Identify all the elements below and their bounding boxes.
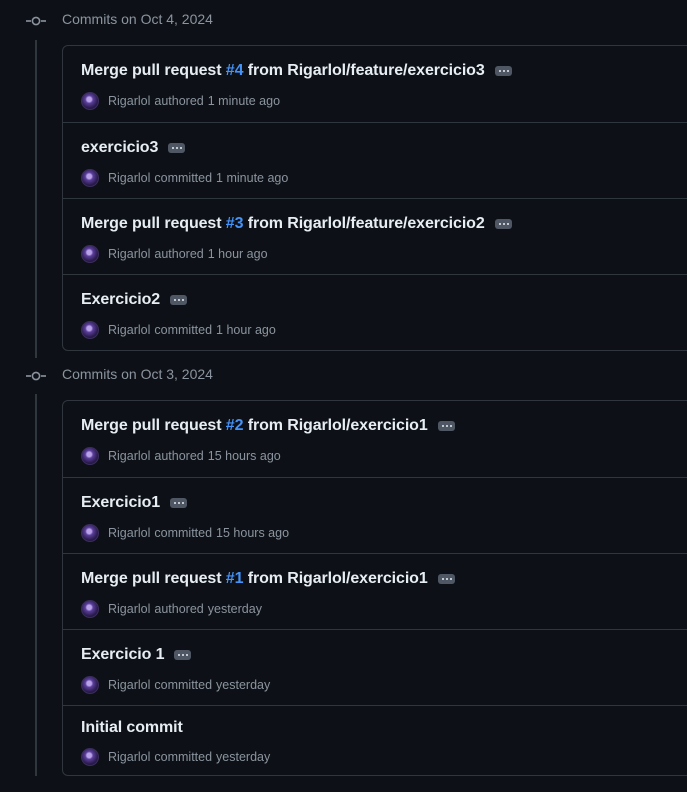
user-avatar[interactable] <box>81 447 99 465</box>
kebab-horizontal-icon[interactable] <box>168 143 186 153</box>
commit-row: Exercicio 1 Rigarlol committed yesterday <box>63 629 687 705</box>
author-link[interactable]: Rigarlol <box>108 94 150 108</box>
user-avatar[interactable] <box>81 600 99 618</box>
kebab-horizontal-icon[interactable] <box>170 498 188 508</box>
user-avatar[interactable] <box>81 524 99 542</box>
commit-time: yesterday <box>216 750 271 764</box>
pull-request-link[interactable]: #3 <box>226 215 244 232</box>
commit-row: exercicio3 Rigarlol committed 1 minute a… <box>63 122 687 198</box>
commit-action: authored <box>154 449 204 463</box>
timeline-line <box>35 394 37 776</box>
commit-group-title: Commits on Oct 4, 2024 <box>62 11 213 27</box>
commit-message-link[interactable]: Exercicio2 <box>81 291 160 309</box>
commit-message-link[interactable]: Merge pull request #1 from Rigarlol/exer… <box>81 570 428 588</box>
commit-group-header: Commits on Oct 3, 2024 <box>0 364 300 388</box>
kebab-horizontal-icon[interactable] <box>494 66 512 76</box>
commit-message-link[interactable]: Initial commit <box>81 719 183 737</box>
commit-row: Exercicio2 Rigarlol committed 1 hour ago <box>63 274 687 350</box>
pull-request-link[interactable]: #4 <box>226 62 244 79</box>
commit-action: committed <box>154 750 213 764</box>
commit-message-link[interactable]: Merge pull request #4 from Rigarlol/feat… <box>81 62 485 80</box>
kebab-horizontal-icon[interactable] <box>174 650 192 660</box>
commit-message-link[interactable]: Merge pull request #2 from Rigarlol/exer… <box>81 417 428 435</box>
author-link[interactable]: Rigarlol <box>108 750 150 764</box>
commit-history: Commits on Oct 4, 2024 Merge pull reques… <box>0 0 687 792</box>
commit-row: Merge pull request #1 from Rigarlol/exer… <box>63 553 687 629</box>
user-avatar[interactable] <box>81 676 99 694</box>
pull-request-link[interactable]: #1 <box>226 570 244 587</box>
commit-time: 15 hours ago <box>207 449 281 463</box>
commit-message-link[interactable]: Exercicio 1 <box>81 646 165 664</box>
commit-action: authored <box>154 602 204 616</box>
timeline-line <box>35 40 37 358</box>
pull-request-link[interactable]: #2 <box>226 417 244 434</box>
commit-row: Exercicio1 Rigarlol committed 15 hours a… <box>63 477 687 553</box>
author-link[interactable]: Rigarlol <box>108 526 150 540</box>
git-commit-icon <box>26 371 46 381</box>
commit-time: 1 hour ago <box>216 323 276 337</box>
commit-row: Merge pull request #2 from Rigarlol/exer… <box>63 401 687 477</box>
author-link[interactable]: Rigarlol <box>108 602 150 616</box>
commit-row: Initial commit Rigarlol committed yester… <box>63 705 687 775</box>
commit-action: committed <box>154 323 213 337</box>
commit-row: Merge pull request #3 from Rigarlol/feat… <box>63 198 687 274</box>
commit-message-link[interactable]: Exercicio1 <box>81 494 160 512</box>
commit-time: yesterday <box>207 602 262 616</box>
user-avatar[interactable] <box>81 321 99 339</box>
user-avatar[interactable] <box>81 92 99 110</box>
user-avatar[interactable] <box>81 169 99 187</box>
git-commit-icon <box>26 16 46 26</box>
user-avatar[interactable] <box>81 245 99 263</box>
commit-list: Merge pull request #4 from Rigarlol/feat… <box>62 45 687 351</box>
commit-action: authored <box>154 94 204 108</box>
author-link[interactable]: Rigarlol <box>108 678 150 692</box>
kebab-horizontal-icon[interactable] <box>494 219 512 229</box>
commit-group-header: Commits on Oct 4, 2024 <box>0 9 300 33</box>
commit-group-title: Commits on Oct 3, 2024 <box>62 366 213 382</box>
commit-action: authored <box>154 247 204 261</box>
author-link[interactable]: Rigarlol <box>108 323 150 337</box>
commit-time: 1 minute ago <box>216 171 289 185</box>
commit-time: 1 hour ago <box>207 247 268 261</box>
commit-message-link[interactable]: exercicio3 <box>81 139 158 157</box>
commit-row: Merge pull request #4 from Rigarlol/feat… <box>63 46 687 122</box>
commit-action: committed <box>154 678 213 692</box>
commit-message-link[interactable]: Merge pull request #3 from Rigarlol/feat… <box>81 215 485 233</box>
commit-time: yesterday <box>216 678 271 692</box>
kebab-horizontal-icon[interactable] <box>437 574 455 584</box>
author-link[interactable]: Rigarlol <box>108 449 150 463</box>
commit-action: committed <box>154 526 213 540</box>
kebab-horizontal-icon[interactable] <box>437 421 455 431</box>
commit-time: 1 minute ago <box>207 94 281 108</box>
commit-action: committed <box>154 171 213 185</box>
author-link[interactable]: Rigarlol <box>108 171 150 185</box>
commit-list: Merge pull request #2 from Rigarlol/exer… <box>62 400 687 776</box>
commit-time: 15 hours ago <box>216 526 290 540</box>
kebab-horizontal-icon[interactable] <box>170 295 188 305</box>
user-avatar[interactable] <box>81 748 99 766</box>
author-link[interactable]: Rigarlol <box>108 247 150 261</box>
